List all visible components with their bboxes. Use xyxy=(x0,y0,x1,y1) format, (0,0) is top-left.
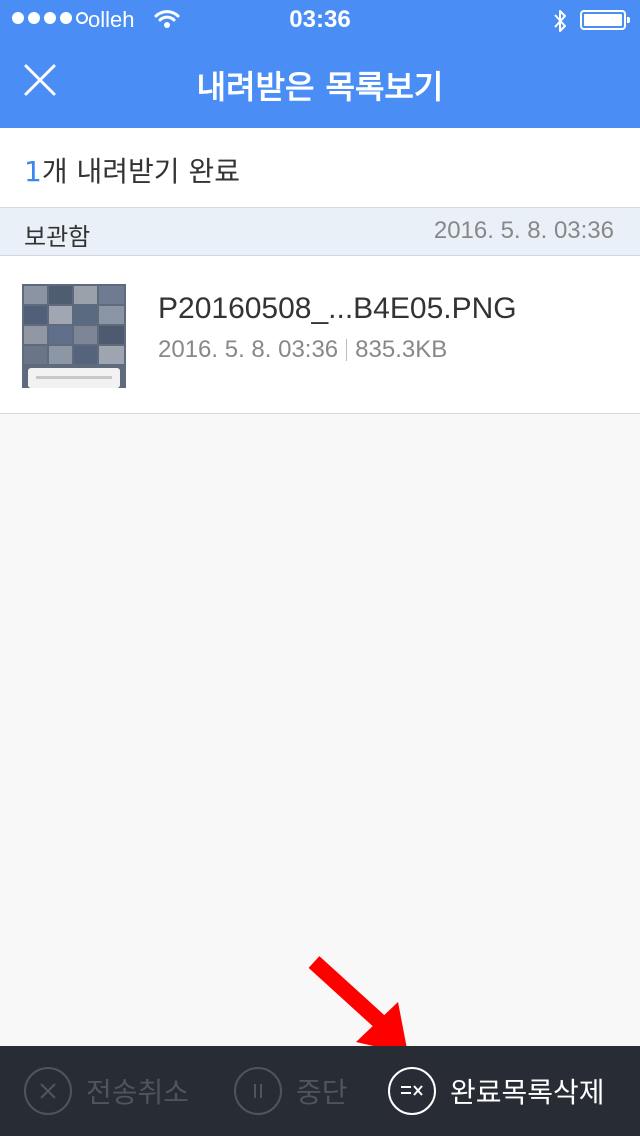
bluetooth-icon xyxy=(552,8,568,38)
file-date: 2016. 5. 8. 03:36 xyxy=(158,336,339,363)
battery-icon xyxy=(580,10,630,30)
download-count: 1 xyxy=(24,155,42,188)
list-item[interactable]: P20160508_...B4E05.PNG 2016. 5. 8. 03:36… xyxy=(0,256,640,414)
pause-button[interactable]: 중단 xyxy=(234,1046,348,1136)
download-summary: 1개 내려받기 완료 xyxy=(0,128,640,208)
file-size: 835.3KB xyxy=(355,336,448,363)
bottom-toolbar: 전송취소 중단 완료목록삭제 xyxy=(0,1046,640,1136)
file-meta: 2016. 5. 8. 03:36 835.3KB xyxy=(158,336,447,364)
cancel-transfer-button[interactable]: 전송취소 xyxy=(24,1046,189,1136)
page-title: 내려받은 목록보기 xyxy=(196,68,444,106)
file-name: P20160508_...B4E05.PNG xyxy=(158,292,517,325)
clear-completed-label: 완료목록삭제 xyxy=(450,1076,605,1109)
cancel-icon xyxy=(40,1083,56,1099)
meta-divider xyxy=(346,339,348,361)
section-header: 보관함 2016. 5. 8. 03:36 xyxy=(0,208,640,256)
top-bar: olleh 03:36 내려받은 목록보기 xyxy=(0,0,640,128)
pause-label: 중단 xyxy=(296,1076,348,1109)
pause-icon xyxy=(254,1084,262,1098)
status-time: 03:36 xyxy=(289,6,351,33)
nav-bar: 내려받은 목록보기 xyxy=(0,40,640,128)
download-summary-text: 개 내려받기 완료 xyxy=(41,155,240,188)
section-label: 보관함 xyxy=(24,223,91,251)
red-arrow-annotation xyxy=(308,956,408,1054)
status-bar: olleh 03:36 xyxy=(0,0,640,40)
cancel-transfer-label: 전송취소 xyxy=(86,1076,190,1109)
section-date: 2016. 5. 8. 03:36 xyxy=(433,217,614,244)
clear-completed-button[interactable]: 완료목록삭제 xyxy=(388,1046,605,1136)
file-thumbnail xyxy=(22,284,126,388)
clear-list-icon xyxy=(401,1085,423,1096)
